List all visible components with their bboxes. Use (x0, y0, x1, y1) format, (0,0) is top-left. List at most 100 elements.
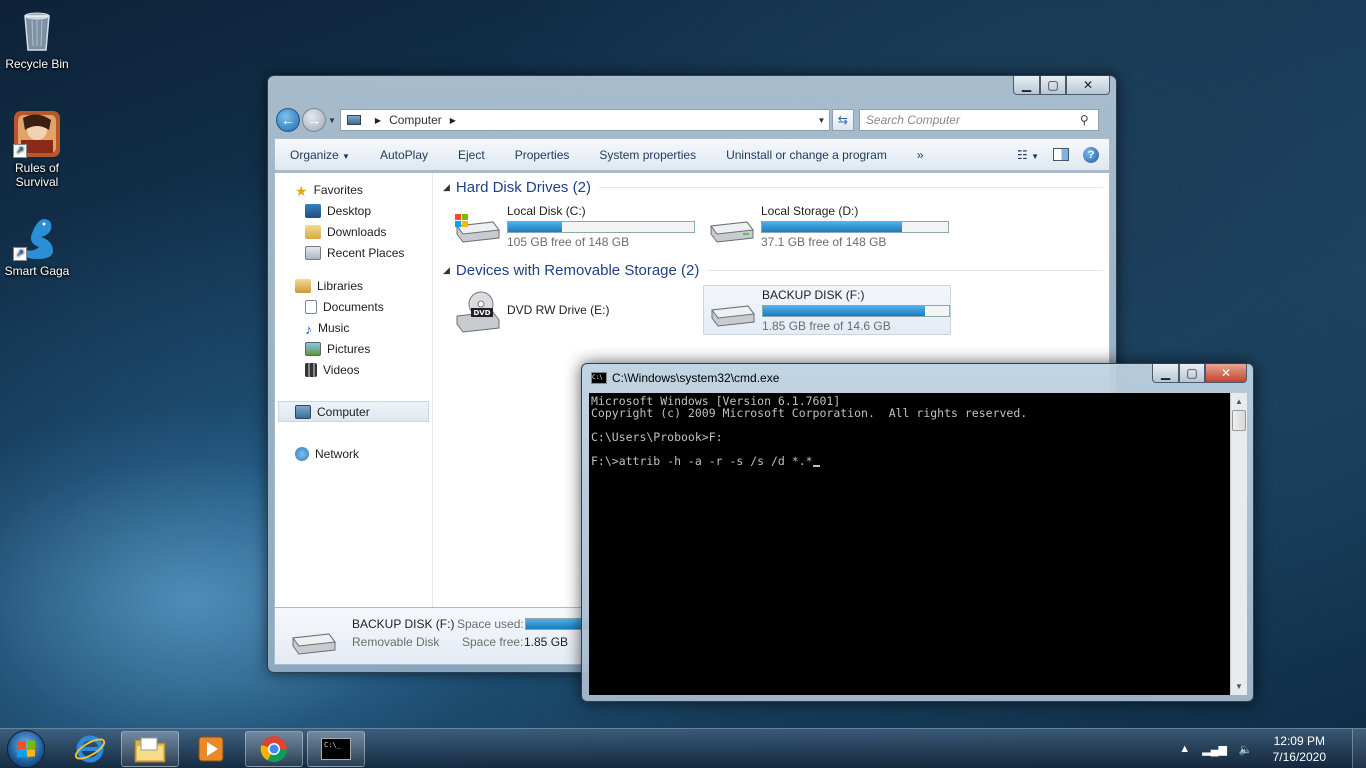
console-line: Copyright (c) 2009 Microsoft Corporation… (591, 406, 1028, 420)
autoplay-button[interactable]: AutoPlay (365, 148, 443, 162)
recent-pages-dropdown[interactable]: ▼ (328, 116, 336, 125)
properties-button[interactable]: Properties (500, 148, 585, 162)
media-player-icon (198, 736, 224, 762)
drive-d-name: Local Storage (D:) (761, 203, 859, 218)
scroll-up-icon[interactable]: ▲ (1231, 393, 1247, 410)
system-properties-button[interactable]: System properties (584, 148, 711, 162)
svg-text:DVD: DVD (473, 309, 490, 317)
show-desktop-button[interactable] (1352, 729, 1366, 768)
drive-backup-disk-f[interactable]: BACKUP DISK (F:) 1.85 GB free of 14.6 GB (703, 285, 951, 335)
windows-logo-icon (17, 740, 35, 758)
group-header-removable-storage[interactable]: ◢ Devices with Removable Storage (2) (443, 262, 1103, 279)
collapse-triangle-icon[interactable]: ◢ (443, 265, 450, 276)
music-icon: ♪ (305, 320, 312, 337)
navigation-bar: ← → ▼ ▶ Computer ▶ ▼ ⇆ Search Computer ⚲ (276, 107, 1108, 133)
collapse-triangle-icon[interactable]: ◢ (443, 182, 450, 193)
libraries-icon (295, 278, 311, 293)
address-bar[interactable]: ▶ Computer ▶ ▼ (339, 109, 830, 131)
taskbar-chrome[interactable] (245, 731, 303, 767)
drive-d-usage-bar (761, 220, 949, 233)
documents-icon (305, 299, 317, 314)
drive-dvd-rw-e[interactable]: DVD DVD RW Drive (E:) (449, 285, 697, 335)
cmd-console[interactable]: Microsoft Windows [Version 6.1.7601] Copy… (589, 393, 1230, 695)
cmd-app-icon[interactable]: C:\ (591, 372, 607, 384)
smart-gaga-icon: ↗ (13, 213, 61, 261)
start-button[interactable] (7, 730, 45, 768)
network-signal-icon[interactable]: ▂▄▆ (1202, 743, 1227, 756)
recycle-bin-label: Recycle Bin (5, 57, 69, 71)
uninstall-program-button[interactable]: Uninstall or change a program (711, 148, 902, 162)
cmd-scrollbar[interactable]: ▲ ▼ (1230, 393, 1247, 695)
internet-explorer-icon (74, 735, 106, 763)
preview-pane-icon[interactable] (1053, 148, 1069, 161)
nav-favorites[interactable]: ★ Favorites (275, 179, 432, 200)
cmd-title-text: C:\Windows\system32\cmd.exe (612, 371, 780, 385)
taskbar-cmd[interactable]: C:\_ (307, 731, 365, 767)
nav-downloads[interactable]: Downloads (275, 221, 432, 242)
nav-computer[interactable]: Computer (278, 401, 429, 422)
nav-network[interactable]: Network (275, 443, 432, 464)
back-button[interactable]: ← (276, 108, 300, 132)
recycle-bin-icon (13, 6, 61, 54)
show-hidden-icons-icon[interactable]: ▲ (1179, 743, 1190, 755)
help-icon[interactable]: ? (1083, 146, 1099, 163)
nav-recent-places[interactable]: Recent Places (275, 242, 432, 263)
cmd-close-button[interactable]: ✕ (1205, 364, 1247, 383)
scroll-thumb[interactable] (1232, 410, 1246, 431)
hard-drive-windows-icon (453, 206, 501, 246)
clock[interactable]: 12:09 PM 7/16/2020 (1273, 733, 1326, 765)
breadcrumb-separator-icon: ▶ (374, 115, 382, 125)
chevron-down-icon: ▼ (342, 151, 350, 161)
volume-icon[interactable]: 🔈 (1239, 743, 1253, 756)
drive-c-free: 105 GB free of 148 GB (507, 234, 630, 249)
details-name: BACKUP DISK (F:) (352, 617, 455, 631)
nav-pictures[interactable]: Pictures (275, 338, 432, 359)
close-button[interactable]: ✕ (1066, 76, 1110, 95)
drive-local-storage-d[interactable]: Local Storage (D:) 37.1 GB free of 148 G… (703, 201, 951, 251)
change-view-icon[interactable]: ☷ ▼ (1017, 148, 1039, 162)
navigation-pane: ★ Favorites Desktop Downloads Recent Plac… (275, 173, 433, 611)
clock-date: 7/16/2020 (1272, 750, 1326, 764)
recent-places-icon (305, 245, 321, 260)
address-dropdown-icon[interactable]: ▼ (812, 115, 829, 125)
desktop-icon-smart-gaga[interactable]: ↗ Smart Gaga (0, 213, 74, 278)
refresh-button[interactable]: ⇆ (831, 109, 854, 131)
search-icon[interactable]: ⚲ (1080, 113, 1098, 127)
organize-menu[interactable]: Organize ▼ (275, 148, 365, 162)
eject-button[interactable]: Eject (443, 148, 500, 162)
cmd-window-controls: ▁ ▢ ✕ (1152, 364, 1247, 383)
scroll-down-icon[interactable]: ▼ (1231, 678, 1247, 695)
nav-documents[interactable]: Documents (275, 296, 432, 317)
more-commands-button[interactable]: » (902, 148, 939, 162)
drive-d-free: 37.1 GB free of 148 GB (761, 234, 887, 249)
maximize-button[interactable]: ▢ (1040, 76, 1066, 95)
forward-button[interactable]: → (302, 108, 326, 132)
taskbar-windows-explorer[interactable] (121, 731, 179, 767)
drive-local-disk-c[interactable]: Local Disk (C:) 105 GB free of 148 GB (449, 201, 697, 251)
breadcrumb-computer[interactable]: Computer (389, 113, 442, 127)
nav-videos[interactable]: Videos (275, 359, 432, 380)
minimize-button[interactable]: ▁ (1013, 76, 1040, 95)
details-space-used-label: Space used: (457, 617, 524, 631)
computer-icon (295, 404, 311, 419)
search-input[interactable]: Search Computer ⚲ (858, 109, 1099, 131)
breadcrumb-chevron-icon[interactable]: ▶ (450, 116, 456, 125)
shortcut-arrow-icon: ↗ (13, 144, 27, 158)
drive-e-name: DVD RW Drive (E:) (507, 303, 610, 317)
taskbar-media-player[interactable] (182, 731, 240, 767)
console-line: C:\Users\Probook>F: (591, 430, 723, 444)
desktop-icon-rules-of-survival[interactable]: ↗ Rules of Survival (0, 110, 74, 189)
drive-f-name: BACKUP DISK (F:) (762, 287, 865, 302)
search-placeholder: Search Computer (865, 113, 960, 127)
drive-f-usage-bar (762, 304, 950, 317)
nav-desktop[interactable]: Desktop (275, 200, 432, 221)
star-icon: ★ (295, 182, 308, 199)
group-header-hard-disk-drives[interactable]: ◢ Hard Disk Drives (2) (443, 179, 1103, 196)
nav-libraries[interactable]: Libraries (275, 275, 432, 296)
cmd-minimize-button[interactable]: ▁ (1152, 364, 1179, 383)
shortcut-arrow-icon: ↗ (13, 247, 27, 261)
desktop-icon-recycle-bin[interactable]: Recycle Bin (0, 6, 74, 71)
taskbar-internet-explorer[interactable] (61, 731, 119, 767)
cmd-maximize-button[interactable]: ▢ (1179, 364, 1205, 383)
nav-music[interactable]: ♪ Music (275, 317, 432, 338)
